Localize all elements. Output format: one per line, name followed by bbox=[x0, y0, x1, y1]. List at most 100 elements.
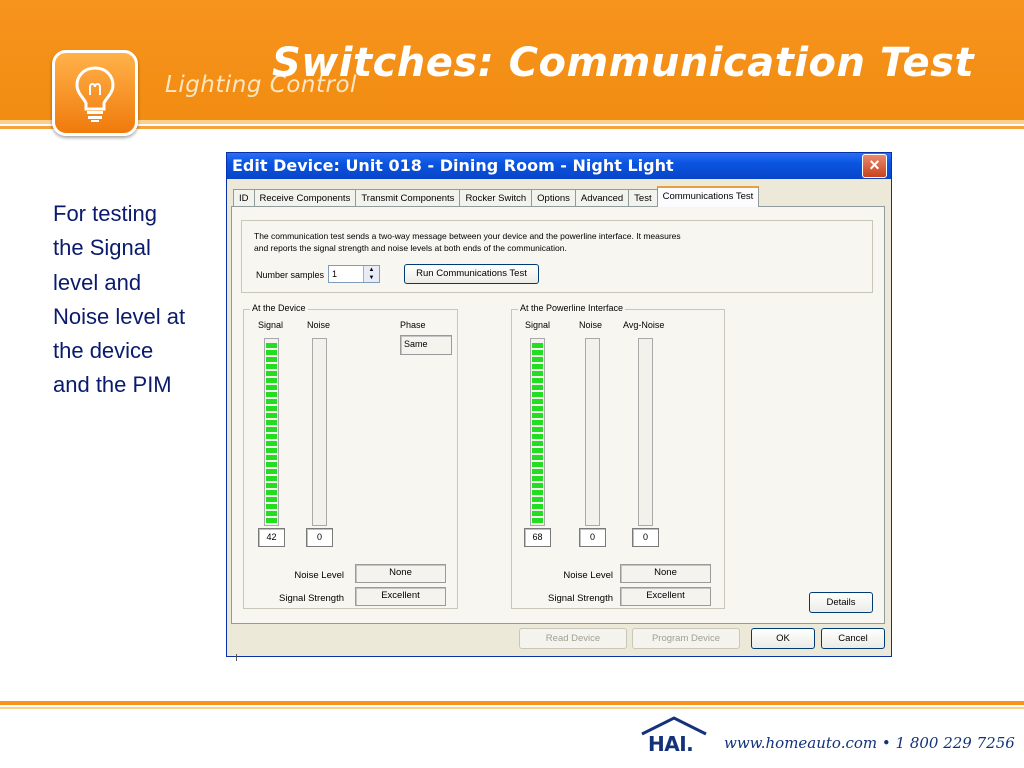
slide: Lighting Control Switches: Communication… bbox=[0, 0, 1024, 768]
pim-noise-value: 0 bbox=[579, 528, 606, 547]
meter-segment bbox=[532, 364, 543, 369]
meter-segment bbox=[266, 420, 277, 425]
meter-segment bbox=[266, 371, 277, 376]
tab-id[interactable]: ID bbox=[233, 189, 255, 207]
number-samples-value[interactable]: 1 bbox=[332, 269, 337, 279]
tab-communications-test[interactable]: Communications Test bbox=[656, 186, 760, 207]
run-communications-test-button[interactable]: Run Communications Test bbox=[404, 264, 539, 284]
description-line-2: and reports the signal strength and nois… bbox=[254, 243, 567, 253]
details-button[interactable]: Details bbox=[809, 592, 873, 613]
lightbulb-logo bbox=[52, 50, 138, 136]
number-samples-label: Number samples bbox=[256, 270, 325, 280]
tab-rocker-switch[interactable]: Rocker Switch bbox=[459, 189, 533, 207]
device-signal-header: Signal bbox=[258, 320, 284, 330]
tab-test[interactable]: Test bbox=[628, 189, 658, 207]
tab-transmit-components[interactable]: Transmit Components bbox=[355, 189, 461, 207]
pim-signal-value: 68 bbox=[524, 528, 551, 547]
device-phase-header: Phase bbox=[400, 320, 426, 330]
meter-segment bbox=[532, 385, 543, 390]
meter-segment bbox=[532, 518, 543, 523]
footer-divider bbox=[0, 701, 1024, 705]
meter-segment bbox=[532, 350, 543, 355]
meter-segment bbox=[532, 497, 543, 502]
tab-strip: ID Receive Components Transmit Component… bbox=[233, 186, 760, 207]
meter-segment bbox=[532, 413, 543, 418]
meter-segment bbox=[266, 511, 277, 516]
device-noise-meter bbox=[312, 338, 327, 526]
meter-segment bbox=[266, 462, 277, 467]
pim-noise-level-label: Noise Level bbox=[563, 570, 613, 581]
dialog-titlebar[interactable]: Edit Device: Unit 018 - Dining Room - Ni… bbox=[227, 153, 891, 179]
test-description: The communication test sends a two-way m… bbox=[254, 230, 814, 254]
meter-segment bbox=[532, 392, 543, 397]
meter-segment bbox=[532, 448, 543, 453]
test-settings-group: The communication test sends a two-way m… bbox=[241, 220, 873, 293]
device-group-label: At the Device bbox=[250, 303, 308, 313]
program-device-button[interactable]: Program Device bbox=[632, 628, 740, 649]
edit-device-dialog: Edit Device: Unit 018 - Dining Room - Ni… bbox=[226, 152, 892, 657]
meter-segment bbox=[532, 483, 543, 488]
meter-segment bbox=[532, 469, 543, 474]
hai-logo: HAI. bbox=[648, 732, 694, 756]
pim-signal-meter bbox=[530, 338, 545, 526]
meter-segment bbox=[266, 343, 277, 348]
text-cursor bbox=[236, 654, 237, 661]
meter-segment bbox=[532, 378, 543, 383]
meter-segment bbox=[266, 413, 277, 418]
meter-segment bbox=[532, 357, 543, 362]
slide-title: Switches: Communication Test bbox=[272, 40, 975, 86]
meter-segment bbox=[266, 483, 277, 488]
meter-segment bbox=[532, 462, 543, 467]
meter-segment bbox=[266, 469, 277, 474]
meter-segment bbox=[266, 518, 277, 523]
meter-segment bbox=[532, 420, 543, 425]
meter-segment bbox=[532, 490, 543, 495]
spinner-arrows-icon[interactable]: ▲ ▼ bbox=[363, 266, 379, 282]
meter-segment bbox=[266, 427, 277, 432]
meter-segment bbox=[532, 371, 543, 376]
lightbulb-icon bbox=[75, 66, 115, 122]
pim-signal-strength-label: Signal Strength bbox=[548, 593, 613, 604]
meter-segment bbox=[532, 441, 543, 446]
ok-button[interactable]: OK bbox=[751, 628, 815, 649]
meter-segment bbox=[266, 378, 277, 383]
meter-segment bbox=[266, 364, 277, 369]
pim-avg-noise-meter bbox=[638, 338, 653, 526]
meter-segment bbox=[266, 434, 277, 439]
cancel-button[interactable]: Cancel bbox=[821, 628, 885, 649]
device-group: At the Device Signal Noise Phase Same 42… bbox=[243, 303, 458, 609]
tab-receive-components[interactable]: Receive Components bbox=[253, 189, 357, 207]
meter-segment bbox=[266, 406, 277, 411]
meter-segment bbox=[266, 385, 277, 390]
meter-segment bbox=[532, 476, 543, 481]
pim-signal-strength-value: Excellent bbox=[620, 587, 711, 606]
tab-options[interactable]: Options bbox=[531, 189, 576, 207]
meter-segment bbox=[266, 448, 277, 453]
meter-segment bbox=[266, 350, 277, 355]
meter-segment bbox=[266, 357, 277, 362]
meter-segment bbox=[266, 455, 277, 460]
pim-avg-noise-header: Avg-Noise bbox=[623, 320, 665, 330]
meter-segment bbox=[266, 399, 277, 404]
meter-segment bbox=[532, 427, 543, 432]
description-line-1: The communication test sends a two-way m… bbox=[254, 231, 681, 241]
device-signal-value: 42 bbox=[258, 528, 285, 547]
meter-segment bbox=[532, 504, 543, 509]
device-phase-value: Same bbox=[400, 335, 452, 355]
pim-avg-noise-value: 0 bbox=[632, 528, 659, 547]
meter-segment bbox=[266, 504, 277, 509]
read-device-button[interactable]: Read Device bbox=[519, 628, 627, 649]
meter-segment bbox=[532, 455, 543, 460]
close-icon[interactable]: × bbox=[862, 154, 887, 178]
meter-segment bbox=[532, 343, 543, 348]
pim-noise-meter bbox=[585, 338, 600, 526]
number-samples-stepper[interactable]: 1 ▲ ▼ bbox=[328, 265, 380, 283]
meter-segment bbox=[532, 406, 543, 411]
tab-advanced[interactable]: Advanced bbox=[574, 189, 630, 207]
pim-group-label: At the Powerline Interface bbox=[518, 303, 626, 313]
meter-segment bbox=[266, 490, 277, 495]
device-signal-strength-label: Signal Strength bbox=[279, 593, 344, 604]
header-divider-lower bbox=[0, 126, 1024, 129]
pim-noise-level-value: None bbox=[620, 564, 711, 583]
meter-segment bbox=[532, 434, 543, 439]
